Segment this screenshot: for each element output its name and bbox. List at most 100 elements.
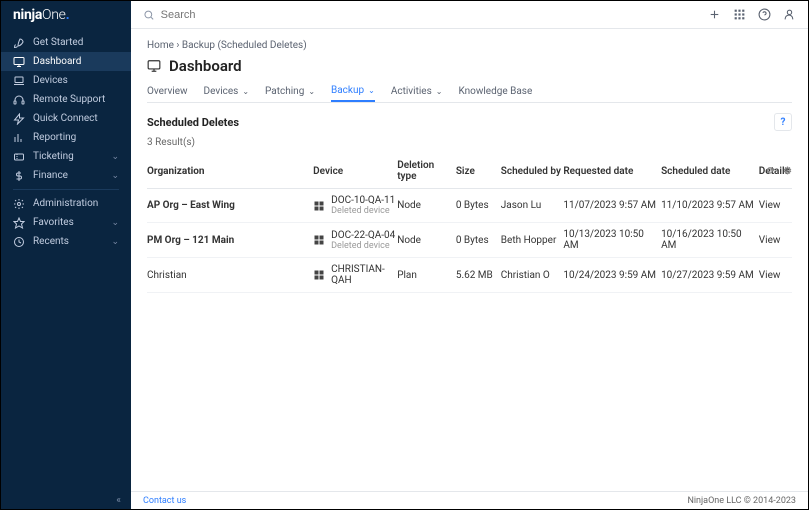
tab-backup[interactable]: Backup ⌄	[331, 81, 375, 102]
chevron-down-icon: ⌄	[111, 171, 119, 181]
refresh-icon[interactable]: ⟳	[767, 166, 775, 177]
sidebar: ninjaOne. Get Started Dashboard Devices Rem…	[1, 1, 131, 509]
cell-device: CHRISTIAN-QAH	[313, 264, 397, 286]
windows-icon	[313, 234, 325, 246]
sidebar-item-label: Devices	[33, 75, 68, 86]
tab-label: Activities	[391, 86, 432, 97]
sidebar-item-label: Favorites	[33, 217, 74, 228]
footer: Contact us NinjaOne LLC © 2014-2023	[131, 491, 808, 509]
sidebar-item-administration[interactable]: Administration	[1, 194, 131, 213]
sidebar-item-label: Recents	[33, 236, 69, 247]
cell-organization: Christian	[147, 270, 313, 281]
cell-organization: PM Org – 121 Main	[147, 235, 313, 246]
sidebar-item-label: Finance	[33, 170, 68, 181]
chevron-down-icon: ⌄	[111, 152, 119, 162]
cell-size: 0 Bytes	[456, 235, 501, 246]
cell-scheduled-date: 10/16/2023 10:50 AM	[661, 229, 759, 251]
view-details-link[interactable]: View	[759, 200, 792, 211]
cell-scheduled-by: Christian O	[501, 270, 564, 281]
sidebar-item-quick-connect[interactable]: Quick Connect	[1, 109, 131, 128]
col-scheduled-by: Scheduled by	[501, 166, 564, 177]
cell-scheduled-date: 11/10/2023 9:57 AM	[661, 200, 759, 211]
sidebar-item-favorites[interactable]: Favorites ⌄	[1, 213, 131, 232]
sidebar-item-label: Remote Support	[33, 94, 105, 105]
contact-link[interactable]: Contact us	[143, 496, 186, 506]
tab-label: Overview	[147, 86, 188, 97]
chart-icon	[13, 132, 25, 144]
settings-icon[interactable]: ⚙	[783, 166, 792, 177]
bolt-icon	[13, 113, 25, 125]
cell-deletion-type: Plan	[397, 270, 456, 281]
sidebar-nav: Get Started Dashboard Devices Remote Suppor…	[1, 29, 131, 491]
table-actions: ⟳ ⚙	[767, 166, 792, 177]
cell-size: 5.62 MB	[456, 270, 501, 281]
tab-label: Knowledge Base	[458, 86, 532, 97]
cell-deletion-type: Node	[397, 200, 456, 211]
windows-icon	[313, 200, 325, 212]
cell-device: DOC-10-QA-11Deleted device	[313, 195, 397, 216]
breadcrumb: Home › Backup (Scheduled Deletes)	[147, 39, 792, 53]
search-input[interactable]	[161, 9, 700, 21]
sidebar-item-dashboard[interactable]: Dashboard	[1, 52, 131, 71]
breadcrumb-home[interactable]: Home	[147, 40, 174, 51]
help-icon[interactable]	[758, 8, 771, 21]
view-details-link[interactable]: View	[759, 235, 792, 246]
sidebar-item-label: Reporting	[33, 132, 76, 143]
chevron-down-icon: ⌄	[308, 87, 315, 96]
breadcrumb-current: Backup (Scheduled Deletes)	[182, 40, 307, 51]
col-organization: Organization	[147, 166, 313, 177]
main-content: Home › Backup (Scheduled Deletes) Dashbo…	[131, 29, 808, 491]
apps-icon[interactable]	[733, 8, 746, 21]
user-icon[interactable]	[783, 8, 796, 21]
tab-patching[interactable]: Patching⌄	[265, 81, 315, 102]
sidebar-item-finance[interactable]: Finance ⌄	[1, 166, 131, 185]
cell-scheduled-by: Jason Lu	[501, 200, 564, 211]
chevron-down-icon: ⌄	[368, 86, 375, 95]
tab-knowledge-base[interactable]: Knowledge Base	[458, 81, 532, 102]
page-title: Dashboard	[169, 57, 242, 75]
sidebar-item-label: Dashboard	[33, 56, 81, 67]
clock-icon	[13, 236, 25, 248]
search-icon	[143, 9, 155, 21]
info-button[interactable]: ?	[774, 113, 792, 131]
topbar-actions	[708, 8, 796, 21]
col-deletion-type: Deletion type	[397, 160, 456, 182]
col-requested-date: Requested date	[563, 166, 661, 177]
sidebar-item-label: Ticketing	[33, 151, 74, 162]
topbar-search[interactable]	[143, 9, 700, 21]
view-details-link[interactable]: View	[759, 270, 792, 281]
brand-logo: ninjaOne.	[1, 1, 131, 29]
cell-organization: AP Org – East Wing	[147, 200, 313, 211]
cell-requested-date: 10/24/2023 9:59 AM	[563, 270, 661, 281]
collapse-sidebar-button[interactable]: «	[1, 491, 131, 509]
sidebar-item-label: Get Started	[33, 37, 83, 48]
tab-devices[interactable]: Devices⌄	[204, 81, 249, 102]
tab-overview[interactable]: Overview	[147, 81, 188, 102]
table-header: Organization Device Deletion type Size S…	[147, 154, 792, 189]
ticket-icon	[13, 151, 25, 163]
table: Organization Device Deletion type Size S…	[147, 154, 792, 293]
add-icon[interactable]	[708, 8, 721, 21]
cell-device: DOC-22-QA-04Deleted device	[313, 230, 397, 251]
table-row: PM Org – 121 MainDOC-22-QA-04Deleted dev…	[147, 223, 792, 258]
sidebar-item-remote-support[interactable]: Remote Support	[1, 90, 131, 109]
tab-label: Backup	[331, 85, 364, 96]
section-header: Scheduled Deletes ?	[147, 113, 792, 131]
rocket-icon	[13, 37, 25, 49]
col-size: Size	[456, 166, 501, 177]
chevron-down-icon: ⌄	[111, 218, 119, 228]
tab-activities[interactable]: Activities⌄	[391, 81, 443, 102]
copyright: NinjaOne LLC © 2014-2023	[687, 496, 796, 506]
sidebar-item-devices[interactable]: Devices	[1, 71, 131, 90]
col-scheduled-date: Scheduled date	[661, 166, 759, 177]
cell-requested-date: 11/07/2023 9:57 AM	[563, 200, 661, 211]
page-header: Dashboard	[147, 57, 792, 75]
dollar-icon	[13, 170, 25, 182]
sidebar-item-reporting[interactable]: Reporting	[1, 128, 131, 147]
windows-icon	[313, 269, 325, 281]
sidebar-item-label: Quick Connect	[33, 113, 98, 124]
sidebar-item-get-started[interactable]: Get Started	[1, 33, 131, 52]
sidebar-item-recents[interactable]: Recents⌄	[1, 232, 131, 251]
section-title: Scheduled Deletes	[147, 116, 774, 129]
sidebar-item-ticketing[interactable]: Ticketing ⌄	[1, 147, 131, 166]
